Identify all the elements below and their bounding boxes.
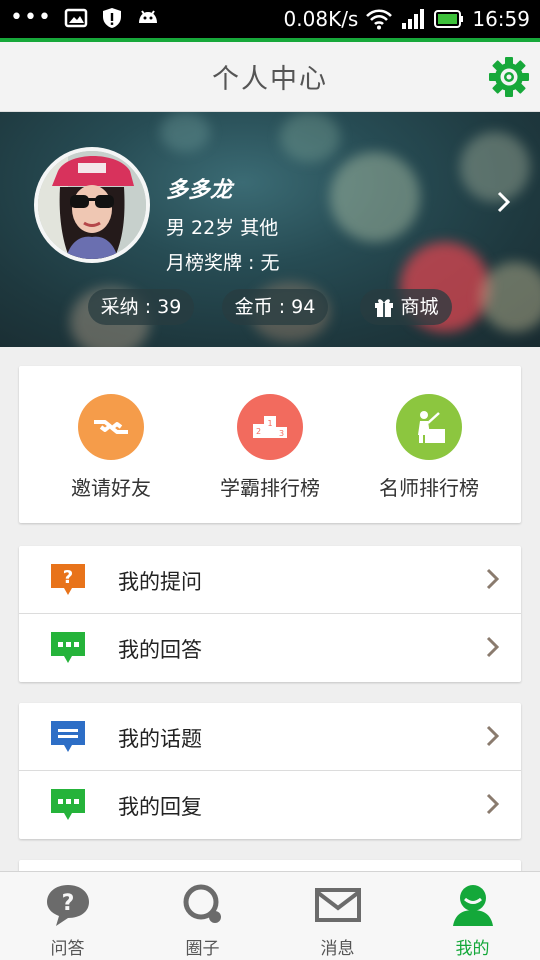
svg-text:1: 1 bbox=[267, 419, 272, 428]
tab-qa[interactable]: ? 问答 bbox=[0, 882, 135, 959]
reply-bubble-icon bbox=[51, 789, 85, 820]
android-icon bbox=[138, 10, 157, 23]
more-dots-icon: ••• bbox=[10, 5, 52, 30]
menu-label: 我的回复 bbox=[118, 795, 202, 819]
svg-text:?: ? bbox=[61, 891, 74, 916]
svg-text:?: ? bbox=[63, 567, 73, 588]
chevron-right-icon bbox=[486, 793, 499, 815]
tab-circle[interactable]: 圈子 bbox=[135, 882, 270, 959]
menu-group: ? 我的提问 我的回答 bbox=[19, 546, 521, 682]
gift-icon bbox=[375, 299, 394, 317]
bokeh-light bbox=[480, 262, 540, 332]
menu-label: 我的话题 bbox=[118, 727, 202, 751]
my-topics-item[interactable]: 我的话题 bbox=[19, 703, 521, 770]
battery-icon bbox=[434, 10, 464, 28]
menu-group: 我的话题 我的回复 bbox=[19, 703, 521, 839]
topic-bubble-icon bbox=[51, 721, 85, 752]
signal-icon bbox=[402, 9, 425, 29]
handshake-icon bbox=[94, 420, 128, 434]
svg-text:3: 3 bbox=[279, 429, 284, 438]
wifi-icon bbox=[366, 9, 393, 30]
teacher-icon bbox=[418, 411, 445, 443]
quick-label: 学霸排行榜 bbox=[220, 476, 320, 500]
menu-label: 我的回答 bbox=[118, 638, 202, 662]
shop-button[interactable]: 商城 bbox=[360, 289, 452, 325]
shop-label: 商城 bbox=[400, 296, 439, 318]
status-bar: ••• 0.08K/s 16:59 bbox=[0, 0, 540, 38]
bokeh-light bbox=[330, 152, 420, 242]
question-bubble-icon: ? bbox=[51, 564, 85, 595]
svg-text:2: 2 bbox=[256, 427, 261, 436]
chevron-right-icon bbox=[486, 725, 499, 747]
tab-messages[interactable]: 消息 bbox=[270, 882, 405, 959]
top-students-button[interactable]: 1 2 3 学霸排行榜 bbox=[190, 394, 350, 501]
bottom-nav: ? 问答 圈子 消息 我的 bbox=[0, 871, 540, 960]
gallery-icon bbox=[64, 8, 88, 28]
user-medal: 月榜奖牌 : 无 bbox=[166, 252, 280, 274]
tab-label: 消息 bbox=[320, 939, 355, 959]
profile-banner[interactable]: 多多龙 男 22岁 其他 月榜奖牌 : 无 采纳 : 39 金币 : 94 商城 bbox=[0, 112, 540, 347]
quick-label: 名师排行榜 bbox=[379, 476, 479, 500]
user-info: 男 22岁 其他 bbox=[166, 217, 279, 239]
bokeh-light bbox=[280, 112, 340, 162]
quick-icon-circle bbox=[396, 394, 462, 460]
my-answers-item[interactable]: 我的回答 bbox=[19, 614, 521, 681]
menu-label: 我的提问 bbox=[118, 570, 202, 594]
quick-icon-circle bbox=[78, 394, 144, 460]
title-bar: 个人中心 bbox=[0, 42, 540, 112]
profile-icon bbox=[452, 885, 493, 926]
quick-label: 邀请好友 bbox=[71, 476, 151, 500]
coins-badge: 金币 : 94 bbox=[222, 289, 328, 325]
avatar-portrait bbox=[38, 151, 146, 259]
settings-gear-icon[interactable] bbox=[488, 56, 530, 98]
tab-label: 问答 bbox=[50, 939, 85, 959]
tab-label: 我的 bbox=[455, 939, 490, 959]
quick-icon-circle: 1 2 3 bbox=[237, 394, 303, 460]
tab-mine[interactable]: 我的 bbox=[405, 882, 540, 959]
bokeh-light bbox=[460, 132, 530, 202]
clock: 16:59 bbox=[472, 7, 530, 31]
network-speed: 0.08K/s bbox=[283, 7, 359, 31]
bokeh-light bbox=[160, 112, 210, 152]
my-replies-item[interactable]: 我的回复 bbox=[19, 771, 521, 838]
top-teachers-button[interactable]: 名师排行榜 bbox=[349, 394, 509, 501]
avatar[interactable] bbox=[34, 147, 150, 263]
invite-friends-button[interactable]: 邀请好友 bbox=[31, 394, 191, 501]
chevron-right-icon bbox=[486, 636, 499, 658]
page-title: 个人中心 bbox=[212, 64, 328, 95]
adopted-count-badge: 采纳 : 39 bbox=[88, 289, 194, 325]
chevron-right-icon[interactable] bbox=[496, 190, 512, 214]
shield-alert-icon bbox=[102, 8, 121, 28]
answer-bubble-icon bbox=[51, 632, 85, 663]
tab-label: 圈子 bbox=[185, 939, 220, 959]
chevron-right-icon bbox=[486, 568, 499, 590]
circle-icon bbox=[183, 884, 221, 923]
user-name: 多多龙 bbox=[166, 178, 233, 203]
quick-actions-card: 邀请好友 1 2 3 学霸排行榜 名师排行榜 bbox=[19, 366, 521, 523]
podium-icon: 1 2 3 bbox=[253, 416, 287, 438]
mail-icon bbox=[314, 888, 361, 922]
qa-icon: ? bbox=[46, 885, 89, 926]
my-questions-item[interactable]: ? 我的提问 bbox=[19, 546, 521, 613]
